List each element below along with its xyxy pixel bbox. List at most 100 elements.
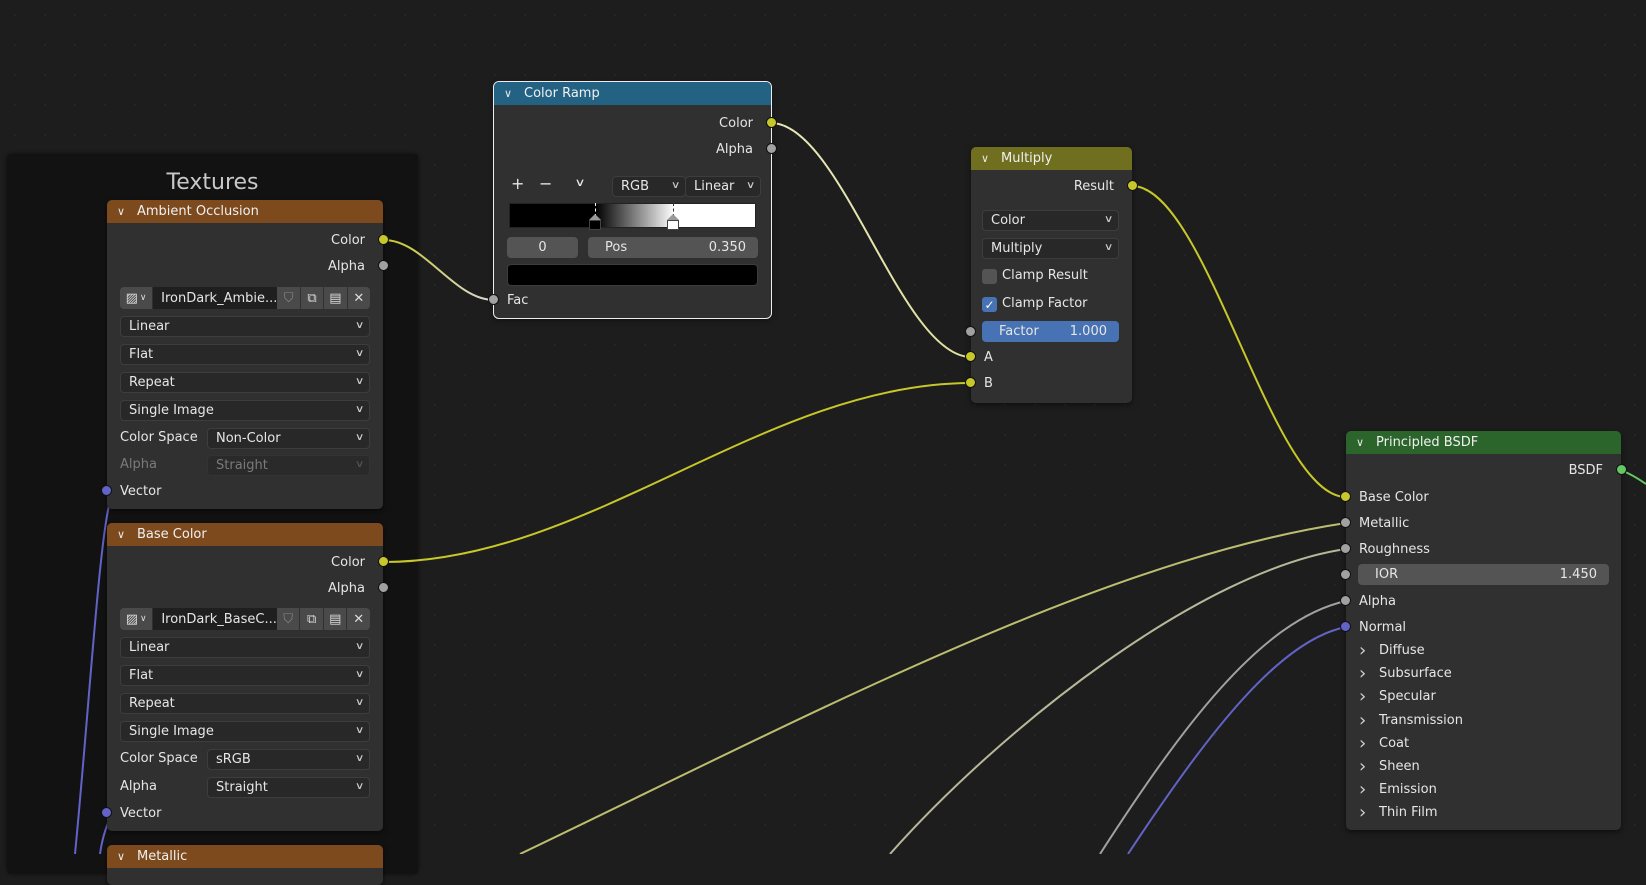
clamp-result-checkbox[interactable] [982, 269, 997, 284]
node-header[interactable]: ∨ Principled BSDF [1346, 431, 1621, 454]
node-header[interactable]: ∨ Multiply [971, 147, 1132, 170]
input-vector-socket[interactable] [101, 807, 112, 818]
principled-bsdf-node[interactable]: ∨ Principled BSDF BSDF Base Color Metall… [1340, 431, 1627, 830]
ramp-stop-color-box[interactable] [588, 220, 601, 230]
output-color-socket[interactable] [378, 556, 389, 567]
collapse-chevron-icon[interactable]: ∨ [504, 87, 520, 100]
output-alpha-socket[interactable] [378, 582, 389, 593]
ramp-menu-chevron-icon[interactable]: ∨ [574, 176, 585, 189]
duplicate-icon[interactable]: ⧉ [300, 287, 325, 309]
image-name-field[interactable]: IronDark_BaseC... [153, 608, 277, 630]
output-result-socket[interactable] [1127, 180, 1138, 191]
input-factor-socket[interactable] [965, 326, 976, 337]
projection-dropdown[interactable]: Flat ∨ [120, 665, 370, 686]
input-ior-socket[interactable] [1340, 569, 1351, 580]
color-mode-dropdown[interactable]: RGB ∨ [612, 176, 686, 197]
input-metallic-label: Metallic [1359, 515, 1410, 531]
base-color-node[interactable]: ∨ Base Color Color Alpha ▨ ∨ IronDark_Bas… [101, 523, 389, 831]
input-base-color-socket[interactable] [1340, 491, 1351, 502]
collapse-chevron-icon[interactable]: ∨ [117, 528, 133, 541]
chevron-down-icon: ∨ [354, 753, 365, 764]
input-metallic-socket[interactable] [1340, 517, 1351, 528]
metallic-node[interactable]: ∨ Metallic [107, 845, 383, 885]
image-browse-button[interactable]: ▨ ∨ [120, 608, 154, 630]
multiply-mix-node[interactable]: ∨ Multiply Result Color ∨ Multiply ∨ Clamp… [965, 147, 1138, 403]
output-alpha-socket[interactable] [766, 143, 777, 154]
field-value: 1.000 [1069, 324, 1107, 339]
remove-stop-button[interactable]: − [539, 174, 552, 193]
clamp-result-label: Clamp Result [1002, 268, 1088, 283]
input-roughness-socket[interactable] [1340, 543, 1351, 554]
color-space-dropdown[interactable]: Non-Color ∨ [207, 428, 370, 449]
input-alpha-socket[interactable] [1340, 595, 1351, 606]
source-dropdown[interactable]: Single Image ∨ [120, 400, 370, 421]
active-stop-index-field[interactable]: 0 [507, 237, 578, 258]
color-ramp-stops [509, 203, 754, 237]
clamp-factor-checkbox[interactable]: ✓ [982, 297, 997, 312]
collapse-chevron-icon[interactable]: ∨ [1356, 436, 1372, 449]
panel-label: Transmission [1379, 712, 1463, 728]
node-header[interactable]: ∨ Base Color [107, 523, 383, 546]
input-b-socket[interactable] [965, 377, 976, 388]
output-color-socket[interactable] [766, 117, 777, 128]
image-browse-button[interactable]: ▨ ∨ [120, 287, 154, 309]
ramp-stop-color-box[interactable] [667, 220, 680, 230]
ambient-occlusion-node[interactable]: ∨ Ambient Occlusion Color Alpha ▨ ∨ IronD… [101, 200, 389, 509]
output-color-label: Color [719, 115, 753, 131]
fake-user-shield-icon[interactable]: ⛉ [276, 608, 301, 630]
node-header[interactable]: ∨ Ambient Occlusion [107, 200, 383, 223]
input-vector-socket[interactable] [101, 485, 112, 496]
unlink-close-icon[interactable]: ✕ [347, 287, 371, 309]
panel-diffuse[interactable]: › Diffuse [1359, 640, 1425, 661]
unlink-close-icon[interactable]: ✕ [347, 608, 371, 630]
image-name-field[interactable]: IronDark_Ambie... [153, 287, 278, 309]
panel-transmission[interactable]: › Transmission [1359, 710, 1463, 731]
panel-emission[interactable]: › Emission [1359, 779, 1437, 800]
collapse-chevron-icon[interactable]: ∨ [117, 205, 133, 218]
projection-dropdown[interactable]: Flat ∨ [120, 344, 370, 365]
chevron-down-icon: ∨ [354, 669, 365, 680]
input-a-label: A [984, 349, 993, 365]
input-fac-socket[interactable] [488, 294, 499, 305]
panel-specular[interactable]: › Specular [1359, 686, 1436, 707]
blend-type-dropdown[interactable]: Multiply ∨ [982, 238, 1119, 259]
source-dropdown[interactable]: Single Image ∨ [120, 721, 370, 742]
output-color-socket[interactable] [378, 234, 389, 245]
interpolation-dropdown[interactable]: Linear ∨ [120, 637, 370, 658]
add-stop-button[interactable]: + [511, 174, 524, 193]
output-alpha-socket[interactable] [378, 260, 389, 271]
stop-position-field[interactable]: Pos 0.350 [588, 237, 758, 258]
alpha-mode-dropdown[interactable]: Straight ∨ [207, 777, 370, 798]
dropdown-value: sRGB [216, 752, 251, 767]
input-normal-socket[interactable] [1340, 621, 1351, 632]
color-space-dropdown[interactable]: sRGB ∨ [207, 749, 370, 770]
panel-sheen[interactable]: › Sheen [1359, 756, 1420, 777]
data-type-dropdown[interactable]: Color ∨ [982, 210, 1119, 231]
node-header[interactable]: ∨ Color Ramp [494, 82, 771, 105]
stop-color-swatch[interactable] [507, 264, 758, 286]
ior-field[interactable]: IOR 1.450 [1358, 564, 1609, 585]
color-ramp-node[interactable]: ∨ Color Ramp Color Alpha + − ∨ RGB ∨ Line… [488, 81, 777, 319]
alpha-mode-dropdown[interactable]: Straight ∨ [207, 455, 370, 476]
node-header[interactable]: ∨ Metallic [107, 845, 383, 868]
output-bsdf-socket[interactable] [1616, 464, 1627, 475]
factor-slider[interactable]: Factor 1.000 [982, 321, 1119, 342]
interpolation-dropdown[interactable]: Linear ∨ [120, 316, 370, 337]
dropdown-value: Straight [216, 458, 268, 473]
input-fac-label: Fac [507, 292, 529, 308]
collapse-chevron-icon[interactable]: ∨ [117, 850, 133, 863]
input-a-socket[interactable] [965, 351, 976, 362]
extension-dropdown[interactable]: Repeat ∨ [120, 693, 370, 714]
open-file-icon[interactable]: ▤ [323, 608, 348, 630]
ramp-interpolation-dropdown[interactable]: Linear ∨ [685, 176, 761, 197]
extension-dropdown[interactable]: Repeat ∨ [120, 372, 370, 393]
open-file-icon[interactable]: ▤ [324, 287, 348, 309]
panel-coat[interactable]: › Coat [1359, 733, 1409, 754]
duplicate-icon[interactable]: ⧉ [300, 608, 324, 630]
field-value: 1.450 [1559, 567, 1597, 582]
fake-user-shield-icon[interactable]: ⛉ [277, 287, 301, 309]
panel-thin-film[interactable]: › Thin Film [1359, 802, 1438, 823]
output-result-label: Result [1073, 178, 1114, 194]
panel-subsurface[interactable]: › Subsurface [1359, 663, 1452, 684]
collapse-chevron-icon[interactable]: ∨ [981, 152, 997, 165]
